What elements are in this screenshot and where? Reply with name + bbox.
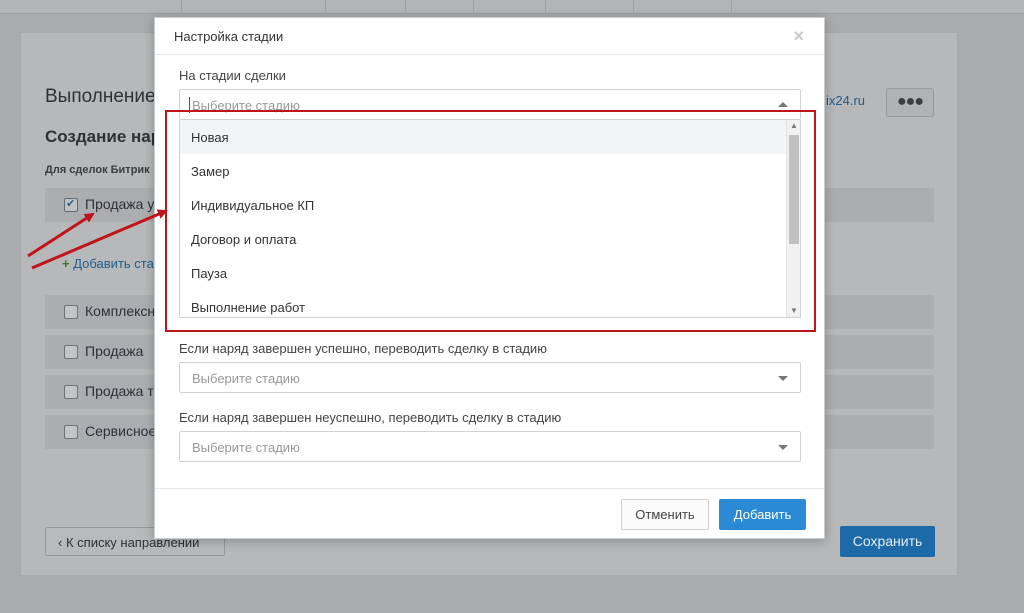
arrow-to-checkbox [27, 212, 95, 258]
annotation-arrows [27, 209, 168, 270]
